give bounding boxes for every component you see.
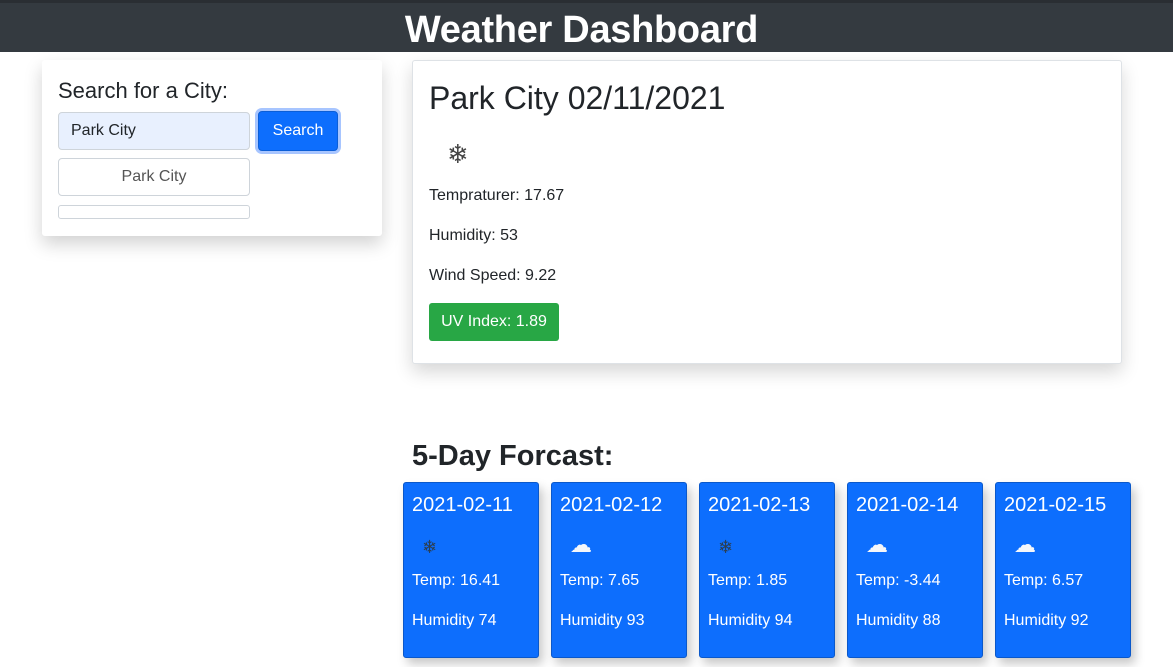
page-title: Weather Dashboard xyxy=(404,9,759,51)
forecast-temp: Temp: 1.85 xyxy=(708,572,788,589)
current-city-date: Park City 02/11/2021 xyxy=(429,80,726,116)
forecast-humidity: Humidity 74 xyxy=(412,612,497,629)
forecast-humidity: Humidity 93 xyxy=(560,612,645,629)
history-item-empty[interactable] xyxy=(58,205,250,219)
forecast-card: 2021-02-12 ☁ Temp: 7.65 Humidity 93 xyxy=(551,482,687,658)
snow-icon: ❄ xyxy=(718,537,734,557)
forecast-temp: Temp: -3.44 xyxy=(856,572,941,589)
forecast-temp: Temp: 6.57 xyxy=(1004,572,1084,589)
forecast-temp: Temp: 16.41 xyxy=(412,572,501,589)
uv-index-badge: UV Index: 1.89 xyxy=(429,303,559,341)
forecast-card: 2021-02-11 ❄ Temp: 16.41 Humidity 74 xyxy=(403,482,539,658)
forecast-temp: Temp: 7.65 xyxy=(560,572,640,589)
cloud-icon: ☁ xyxy=(570,532,592,557)
history-item-park-city[interactable]: Park City xyxy=(58,158,250,196)
cloud-icon: ☁ xyxy=(866,532,888,557)
current-weather-card: Park City 02/11/2021 ❄ Tempraturer: 17.6… xyxy=(412,60,1122,364)
search-panel: Search for a City: Search Park City xyxy=(42,60,382,236)
header-bar: Weather Dashboard xyxy=(0,0,1173,52)
cloud-icon: ☁ xyxy=(1014,532,1036,557)
current-temperature: Tempraturer: 17.67 xyxy=(429,187,565,204)
forecast-date: 2021-02-12 xyxy=(560,494,663,516)
city-search-input[interactable] xyxy=(58,112,250,150)
forecast-card: 2021-02-13 ❄ Temp: 1.85 Humidity 94 xyxy=(699,482,835,658)
forecast-humidity: Humidity 92 xyxy=(1004,612,1089,629)
forecast-date: 2021-02-13 xyxy=(708,494,811,516)
forecast-card: 2021-02-15 ☁ Temp: 6.57 Humidity 92 xyxy=(995,482,1131,658)
search-heading: Search for a City: xyxy=(58,78,228,103)
snow-icon: ❄ xyxy=(422,537,438,557)
current-wind-speed: Wind Speed: 9.22 xyxy=(429,267,557,284)
forecast-humidity: Humidity 94 xyxy=(708,612,793,629)
forecast-date: 2021-02-14 xyxy=(856,494,959,516)
forecast-date: 2021-02-15 xyxy=(1004,494,1107,516)
search-button[interactable]: Search xyxy=(258,111,338,151)
forecast-humidity: Humidity 88 xyxy=(856,612,941,629)
forecast-card: 2021-02-14 ☁ Temp: -3.44 Humidity 88 xyxy=(847,482,983,658)
snow-icon: ❄ xyxy=(447,139,469,169)
forecast-heading: 5-Day Forcast: xyxy=(412,440,614,472)
current-humidity: Humidity: 53 xyxy=(429,227,518,244)
forecast-date: 2021-02-11 xyxy=(412,494,513,516)
